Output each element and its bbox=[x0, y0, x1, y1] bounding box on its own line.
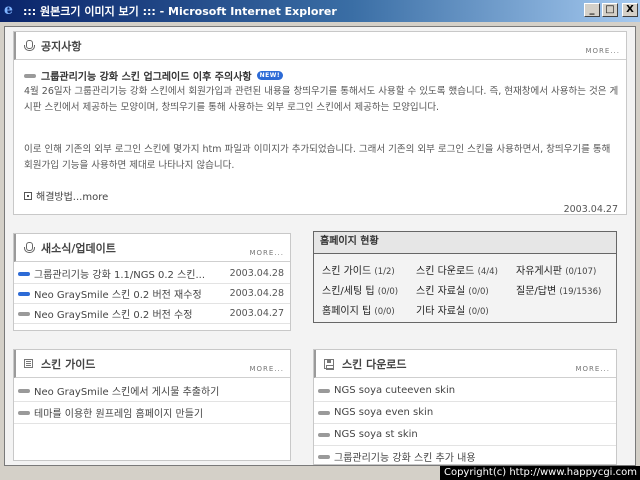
list-item[interactable]: 그룹관리기능 강화 1.1/NGS 0.2 스킨... 2003.04.28 bbox=[14, 264, 290, 284]
stat-free-board[interactable]: 자유게시판 (0/107) bbox=[516, 262, 614, 282]
list-item[interactable]: 테마를 이용한 원프레임 홈페이지 만들기 bbox=[14, 402, 290, 424]
list-item[interactable]: NGS soya st skin bbox=[314, 424, 616, 446]
bullet-bar-icon bbox=[18, 291, 30, 296]
news-item-label[interactable]: Neo GraySmile 스킨 0.2 버전 수정 bbox=[34, 306, 192, 321]
new-badge: NEW! bbox=[256, 71, 284, 80]
download-item-label[interactable]: NGS soya even skin bbox=[334, 407, 433, 418]
news-item-label[interactable]: 그룹관리기능 강화 1.1/NGS 0.2 스킨... bbox=[34, 266, 205, 281]
stat-homepage-tips[interactable]: 홈페이지 팁 (0/0) bbox=[322, 302, 416, 322]
stat-skin-setting-tips[interactable]: 스킨/세팅 팁 (0/0) bbox=[322, 282, 416, 302]
list-item[interactable]: 그룹관리기능 강화 스킨 추가 내용 bbox=[314, 446, 616, 468]
list-item[interactable]: Neo GraySmile 스킨 0.2 버전 재수정 2003.04.28 bbox=[14, 284, 290, 304]
stat-skin-download[interactable]: 스킨 다운로드 (4/4) bbox=[416, 262, 516, 282]
microphone-icon bbox=[24, 40, 35, 51]
news-item-date: 2003.04.27 bbox=[229, 308, 284, 319]
notice-paragraph-1: 4월 26일자 그룹관리기능 강화 스킨에서 회원가입과 관련된 내용을 창띄우… bbox=[24, 86, 619, 113]
bullet-bar-icon bbox=[18, 410, 30, 415]
download-header: 스킨 다운로드 MORE... bbox=[314, 350, 616, 378]
download-item-label[interactable]: NGS soya st skin bbox=[334, 429, 418, 440]
window-controls: _ □ X bbox=[584, 3, 638, 17]
download-more-link[interactable]: MORE... bbox=[575, 365, 610, 373]
notice-title: 공지사항 bbox=[41, 39, 82, 53]
status-grid: 스킨 가이드 (1/2) 스킨 다운로드 (4/4) 자유게시판 (0/107)… bbox=[322, 262, 614, 322]
download-item-label[interactable]: 그룹관리기능 강화 스킨 추가 내용 bbox=[334, 449, 476, 464]
stat-misc-archive[interactable]: 기타 자료실 (0/0) bbox=[416, 302, 516, 322]
minimize-button[interactable]: _ bbox=[584, 3, 600, 17]
guide-list: Neo GraySmile 스킨에서 게시물 추출하기 테마를 이용한 원프레임… bbox=[14, 380, 290, 424]
bullet-bar-icon bbox=[318, 432, 330, 437]
copyright-text: Copyright(c) http://www.happycgi.com bbox=[439, 466, 640, 480]
download-title: 스킨 다운로드 bbox=[342, 357, 407, 371]
square-bullet-icon bbox=[24, 191, 32, 200]
page-content: 공지사항 MORE... 그룹관리기능 강화 스킨 업그레이드 이후 주의사항 … bbox=[4, 26, 636, 468]
solution-link[interactable]: 해결방법...more bbox=[24, 188, 108, 203]
notice-paragraph-2: 이로 인해 기존의 외부 로그인 스킨에 몇가지 htm 파일과 이미지가 추가… bbox=[24, 144, 611, 171]
close-button[interactable]: X bbox=[622, 3, 638, 17]
site-status-panel: 홈페이지 현황 스킨 가이드 (1/2) 스킨 다운로드 (4/4) 자유게시판… bbox=[313, 231, 617, 323]
bullet-bar-icon bbox=[18, 388, 30, 393]
document-icon bbox=[24, 359, 33, 368]
disk-icon bbox=[324, 358, 334, 370]
list-item[interactable]: NGS soya cuteeven skin bbox=[314, 380, 616, 402]
news-header: 새소식/업데이트 MORE... bbox=[14, 234, 290, 262]
guide-more-link[interactable]: MORE... bbox=[249, 365, 284, 373]
news-panel: 새소식/업데이트 MORE... 그룹관리기능 강화 1.1/NGS 0.2 스… bbox=[13, 233, 291, 331]
list-item[interactable]: Neo GraySmile 스킨에서 게시물 추출하기 bbox=[14, 380, 290, 402]
microphone-icon bbox=[24, 242, 35, 253]
news-item-date: 2003.04.28 bbox=[229, 268, 284, 279]
solution-link-text[interactable]: 해결방법...more bbox=[36, 188, 108, 203]
news-title: 새소식/업데이트 bbox=[41, 241, 116, 255]
notice-date: 2003.04.27 bbox=[563, 204, 618, 215]
stat-skin-archive[interactable]: 스킨 자료실 (0/0) bbox=[416, 282, 516, 302]
skin-download-panel: 스킨 다운로드 MORE... NGS soya cuteeven skin N… bbox=[313, 349, 617, 468]
guide-item-label[interactable]: 테마를 이용한 원프레임 홈페이지 만들기 bbox=[34, 405, 203, 420]
list-item[interactable]: Neo GraySmile 스킨 0.2 버전 수정 2003.04.27 bbox=[14, 304, 290, 324]
bullet-bar-icon bbox=[318, 388, 330, 393]
guide-title: 스킨 가이드 bbox=[41, 357, 96, 371]
news-item-label[interactable]: Neo GraySmile 스킨 0.2 버전 재수정 bbox=[34, 286, 202, 301]
stat-skin-guide[interactable]: 스킨 가이드 (1/2) bbox=[322, 262, 416, 282]
notice-headline-text[interactable]: 그룹관리기능 강화 스킨 업그레이드 이후 주의사항 bbox=[41, 68, 252, 83]
guide-header: 스킨 가이드 MORE... bbox=[14, 350, 290, 378]
status-title: 홈페이지 현황 bbox=[314, 232, 616, 254]
news-more-link[interactable]: MORE... bbox=[249, 249, 284, 257]
stat-qna[interactable]: 질문/답변 (19/1536) bbox=[516, 282, 614, 302]
guide-item-label[interactable]: Neo GraySmile 스킨에서 게시물 추출하기 bbox=[34, 383, 219, 398]
download-list: NGS soya cuteeven skin NGS soya even ski… bbox=[314, 380, 616, 468]
window-title: ::: 원본크기 이미지 보기 ::: - Microsoft Internet… bbox=[23, 5, 337, 18]
news-item-date: 2003.04.28 bbox=[229, 288, 284, 299]
window-titlebar[interactable]: e ::: 원본크기 이미지 보기 ::: - Microsoft Intern… bbox=[0, 0, 640, 22]
notice-panel: 공지사항 MORE... 그룹관리기능 강화 스킨 업그레이드 이후 주의사항 … bbox=[13, 31, 627, 215]
download-item-label[interactable]: NGS soya cuteeven skin bbox=[334, 385, 455, 396]
bullet-bar-icon bbox=[24, 73, 36, 78]
maximize-button[interactable]: □ bbox=[602, 3, 618, 17]
bullet-bar-icon bbox=[318, 454, 330, 459]
notice-headline[interactable]: 그룹관리기능 강화 스킨 업그레이드 이후 주의사항 NEW! bbox=[24, 68, 284, 83]
news-list: 그룹관리기능 강화 1.1/NGS 0.2 스킨... 2003.04.28 N… bbox=[14, 264, 290, 324]
bullet-bar-icon bbox=[318, 410, 330, 415]
bullet-bar-icon bbox=[18, 311, 30, 316]
list-item[interactable]: NGS soya even skin bbox=[314, 402, 616, 424]
notice-header: 공지사항 MORE... bbox=[14, 32, 626, 60]
bullet-bar-icon bbox=[18, 271, 30, 276]
skin-guide-panel: 스킨 가이드 MORE... Neo GraySmile 스킨에서 게시물 추출… bbox=[13, 349, 291, 461]
notice-more-link[interactable]: MORE... bbox=[585, 47, 620, 55]
internet-explorer-icon: e bbox=[4, 2, 13, 18]
